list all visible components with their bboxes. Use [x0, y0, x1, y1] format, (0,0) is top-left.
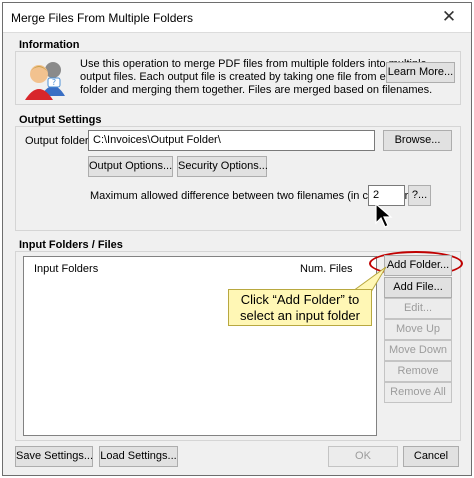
information-line-3: folder and merging them together. Files … [80, 84, 433, 96]
information-line-2: output files. Each output file is create… [80, 71, 431, 83]
move-down-button[interactable]: Move Down [384, 340, 452, 361]
merge-files-dialog: Merge Files From Multiple Folders ✕ Info… [2, 2, 472, 476]
remove-button[interactable]: Remove [384, 361, 452, 382]
move-up-button[interactable]: Move Up [384, 319, 452, 340]
close-icon[interactable]: ✕ [439, 7, 459, 27]
learn-more-button[interactable]: Learn More... [386, 62, 455, 83]
ok-button[interactable]: OK [328, 446, 398, 467]
column-header-num-files[interactable]: Num. Files [300, 263, 353, 275]
cancel-button[interactable]: Cancel [403, 446, 459, 467]
output-options-button[interactable]: Output Options... [88, 156, 173, 177]
input-folders-list[interactable]: Input Folders Num. Files [23, 256, 377, 436]
callout-line-2: select an input folder [240, 308, 360, 323]
input-folders-title: Input Folders / Files [19, 239, 123, 251]
window-title: Merge Files From Multiple Folders [11, 11, 194, 25]
callout-line-1: Click “Add Folder” to [240, 292, 360, 307]
column-header-input-folders[interactable]: Input Folders [34, 263, 98, 275]
users-help-icon: ? [23, 56, 69, 102]
add-folder-button[interactable]: Add Folder... [384, 255, 452, 276]
edit-button[interactable]: Edit... [384, 298, 452, 319]
output-folder-label: Output folder: [25, 135, 92, 147]
remove-all-button[interactable]: Remove All [384, 382, 452, 403]
add-folder-callout: Click “Add Folder” to select an input fo… [228, 289, 372, 326]
output-settings-title: Output Settings [19, 114, 102, 126]
load-settings-button[interactable]: Load Settings... [99, 446, 178, 467]
list-header: Input Folders Num. Files [24, 257, 376, 277]
security-options-button[interactable]: Security Options... [177, 156, 268, 177]
save-settings-button[interactable]: Save Settings... [15, 446, 93, 467]
information-line-1: Use this operation to merge PDF files fr… [80, 58, 427, 70]
browse-button[interactable]: Browse... [383, 130, 452, 151]
help-button[interactable]: ?... [408, 185, 431, 206]
add-file-button[interactable]: Add File... [384, 277, 452, 298]
mouse-pointer-icon [375, 202, 393, 229]
output-folder-field[interactable]: C:\Invoices\Output Folder\ [88, 130, 375, 151]
svg-text:?: ? [52, 78, 56, 87]
title-bar: Merge Files From Multiple Folders ✕ [3, 3, 471, 33]
information-title: Information [19, 39, 80, 51]
